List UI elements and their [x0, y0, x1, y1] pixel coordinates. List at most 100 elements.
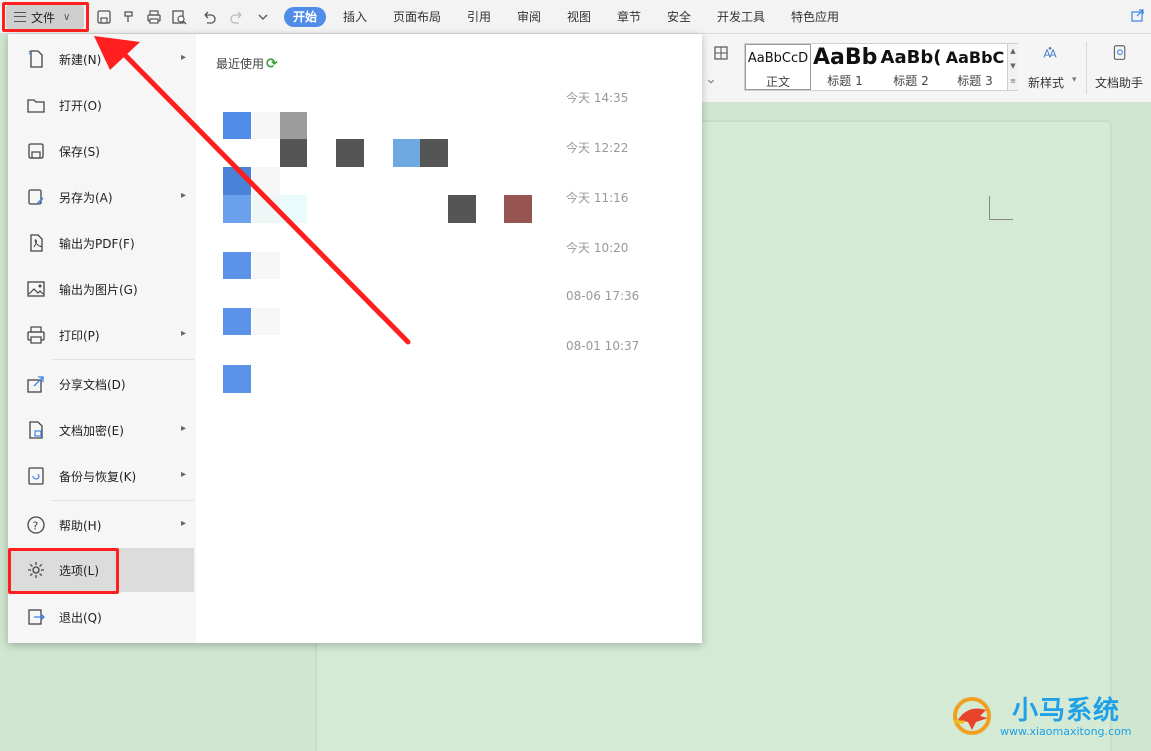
tab-references[interactable]: 引用	[462, 7, 496, 27]
menu-item-backup[interactable]: 备份与恢复(K) ▸	[8, 454, 194, 498]
expand-gallery-icon[interactable]: ≡	[1008, 74, 1018, 89]
submenu-arrow-icon: ▸	[180, 423, 186, 434]
tab-special-apps[interactable]: 特色应用	[786, 7, 844, 27]
recent-file-time: 今天 12:22	[566, 141, 629, 155]
ribbon-panel: AaBbCcD 正文 AaBb 标题 1 AaBb( 标题 2 AaBbC 标题…	[702, 34, 1151, 103]
menu-item-print[interactable]: 打印(P) ▸	[8, 313, 194, 357]
submenu-arrow-icon: ▸	[180, 190, 186, 201]
blurred-filename	[252, 195, 280, 223]
menu-item-open[interactable]: 打开(O)	[8, 83, 194, 127]
file-type-icon	[223, 167, 251, 195]
exit-icon	[25, 606, 47, 628]
scroll-down-icon[interactable]: ▼	[1008, 59, 1018, 74]
tab-chapter[interactable]: 章节	[612, 7, 646, 27]
folder-icon	[25, 94, 47, 116]
file-menu-dropdown: 新建(N) ▸ 打开(O) 保存(S) 另存为(A) ▸ 输出为PDF(F) 输…	[8, 34, 702, 643]
top-toolbar: 文件 ∨ 开始 插入 页面布局 引用 审阅 视图 章节 安全 开发工具 特色应用	[0, 0, 1151, 34]
submenu-arrow-icon: ▸	[180, 469, 186, 480]
new-style-label[interactable]: 新样式	[1028, 74, 1064, 91]
blurred-filename	[252, 112, 280, 139]
svg-text:?: ?	[33, 520, 39, 533]
ribbon-dropdown-icon[interactable]	[704, 70, 718, 92]
svg-text:A: A	[1049, 48, 1057, 61]
style-sample: AaBb(	[880, 47, 942, 68]
file-menu-label: 文件	[31, 10, 56, 25]
menu-item-save[interactable]: 保存(S)	[8, 129, 194, 173]
margin-corner-mark	[989, 196, 1013, 220]
menu-item-options[interactable]: 选项(L)	[8, 548, 194, 592]
gear-icon	[25, 559, 47, 581]
file-menu-list: 新建(N) ▸ 打开(O) 保存(S) 另存为(A) ▸ 输出为PDF(F) 输…	[8, 34, 196, 643]
blurred-filename	[252, 252, 280, 279]
blurred-filename	[280, 139, 307, 167]
style-heading-1[interactable]: AaBb 标题 1	[813, 44, 877, 90]
submenu-arrow-icon: ▸	[180, 518, 186, 529]
undo-icon[interactable]	[194, 6, 224, 28]
tab-view[interactable]: 视图	[562, 7, 596, 27]
tab-home[interactable]: 开始	[284, 7, 326, 27]
quick-access-dropdown-icon[interactable]	[252, 6, 274, 28]
refresh-icon[interactable]: ⟳	[266, 56, 278, 72]
style-normal[interactable]: AaBbCcD 正文	[745, 44, 811, 90]
file-type-icon	[223, 365, 251, 393]
menu-separator	[52, 500, 194, 501]
save-quick-icon[interactable]	[93, 6, 115, 28]
backup-icon	[25, 465, 47, 487]
chevron-down-icon: ∨	[63, 11, 71, 23]
tab-security[interactable]: 安全	[662, 7, 696, 27]
site-watermark: 小马系统 www.xiaomaxitong.com	[950, 688, 1150, 748]
doc-helper-label[interactable]: 文档助手	[1095, 74, 1143, 91]
menu-item-export-image[interactable]: 输出为图片(G)	[8, 267, 194, 311]
style-scroll-bar[interactable]: ▲ ▼ ≡	[1007, 44, 1018, 90]
format-painter-icon[interactable]	[118, 6, 140, 28]
new-style-icon[interactable]: AA	[1035, 40, 1065, 66]
menu-item-label: 输出为PDF(F)	[59, 236, 135, 251]
style-sample: AaBb	[813, 45, 877, 70]
blurred-filename	[280, 195, 307, 223]
menu-item-label: 分享文档(D)	[59, 377, 126, 392]
print-preview-icon[interactable]	[168, 6, 190, 28]
menu-item-label: 保存(S)	[59, 144, 100, 159]
menu-item-new[interactable]: 新建(N) ▸	[8, 37, 194, 81]
submenu-arrow-icon: ▸	[180, 52, 186, 63]
menu-item-label: 打开(O)	[59, 98, 102, 113]
style-heading-3[interactable]: AaBbC 标题 3	[943, 44, 1007, 90]
pdf-icon	[25, 232, 47, 254]
blurred-filename	[252, 167, 280, 195]
blurred-filename	[252, 308, 280, 335]
menu-item-share[interactable]: 分享文档(D)	[8, 362, 194, 406]
submenu-arrow-icon: ▸	[180, 328, 186, 339]
style-heading-2[interactable]: AaBb( 标题 2	[879, 44, 943, 90]
menu-item-save-as[interactable]: 另存为(A) ▸	[8, 175, 194, 219]
save-as-icon	[25, 186, 47, 208]
style-sample: AaBbCcD	[747, 51, 809, 66]
menu-item-exit[interactable]: 退出(Q)	[8, 595, 194, 639]
recent-file-time: 今天 11:16	[566, 191, 629, 205]
recent-title-label: 最近使用	[216, 57, 265, 71]
new-doc-icon	[25, 48, 47, 70]
share-icon	[25, 373, 47, 395]
menu-item-label: 帮助(H)	[59, 518, 102, 533]
tab-page-layout[interactable]: 页面布局	[389, 7, 445, 27]
tab-review[interactable]: 审阅	[512, 7, 546, 27]
scroll-up-icon[interactable]: ▲	[1008, 44, 1018, 59]
file-menu-button[interactable]: 文件 ∨	[6, 5, 84, 29]
image-icon	[25, 278, 47, 300]
menu-item-encrypt[interactable]: 文档加密(E) ▸	[8, 408, 194, 452]
hamburger-icon	[14, 12, 26, 22]
menu-item-export-pdf[interactable]: 输出为PDF(F)	[8, 221, 194, 265]
menu-item-help[interactable]: ? 帮助(H) ▸	[8, 503, 194, 547]
paragraph-icon[interactable]	[710, 42, 732, 64]
share-top-icon[interactable]	[1131, 8, 1145, 22]
recent-file-time: 08-06 17:36	[566, 289, 640, 303]
menu-item-label: 备份与恢复(K)	[59, 469, 137, 484]
file-type-icon	[223, 112, 251, 139]
tab-insert[interactable]: 插入	[338, 7, 372, 27]
new-style-dropdown-icon[interactable]: ▾	[1072, 75, 1077, 85]
print-quick-icon[interactable]	[143, 6, 165, 28]
redo-icon[interactable]	[226, 6, 248, 28]
doc-helper-icon[interactable]	[1108, 40, 1132, 66]
blurred-filename	[504, 195, 532, 223]
tab-developer[interactable]: 开发工具	[712, 7, 770, 27]
style-sample: AaBbC	[945, 48, 1005, 67]
